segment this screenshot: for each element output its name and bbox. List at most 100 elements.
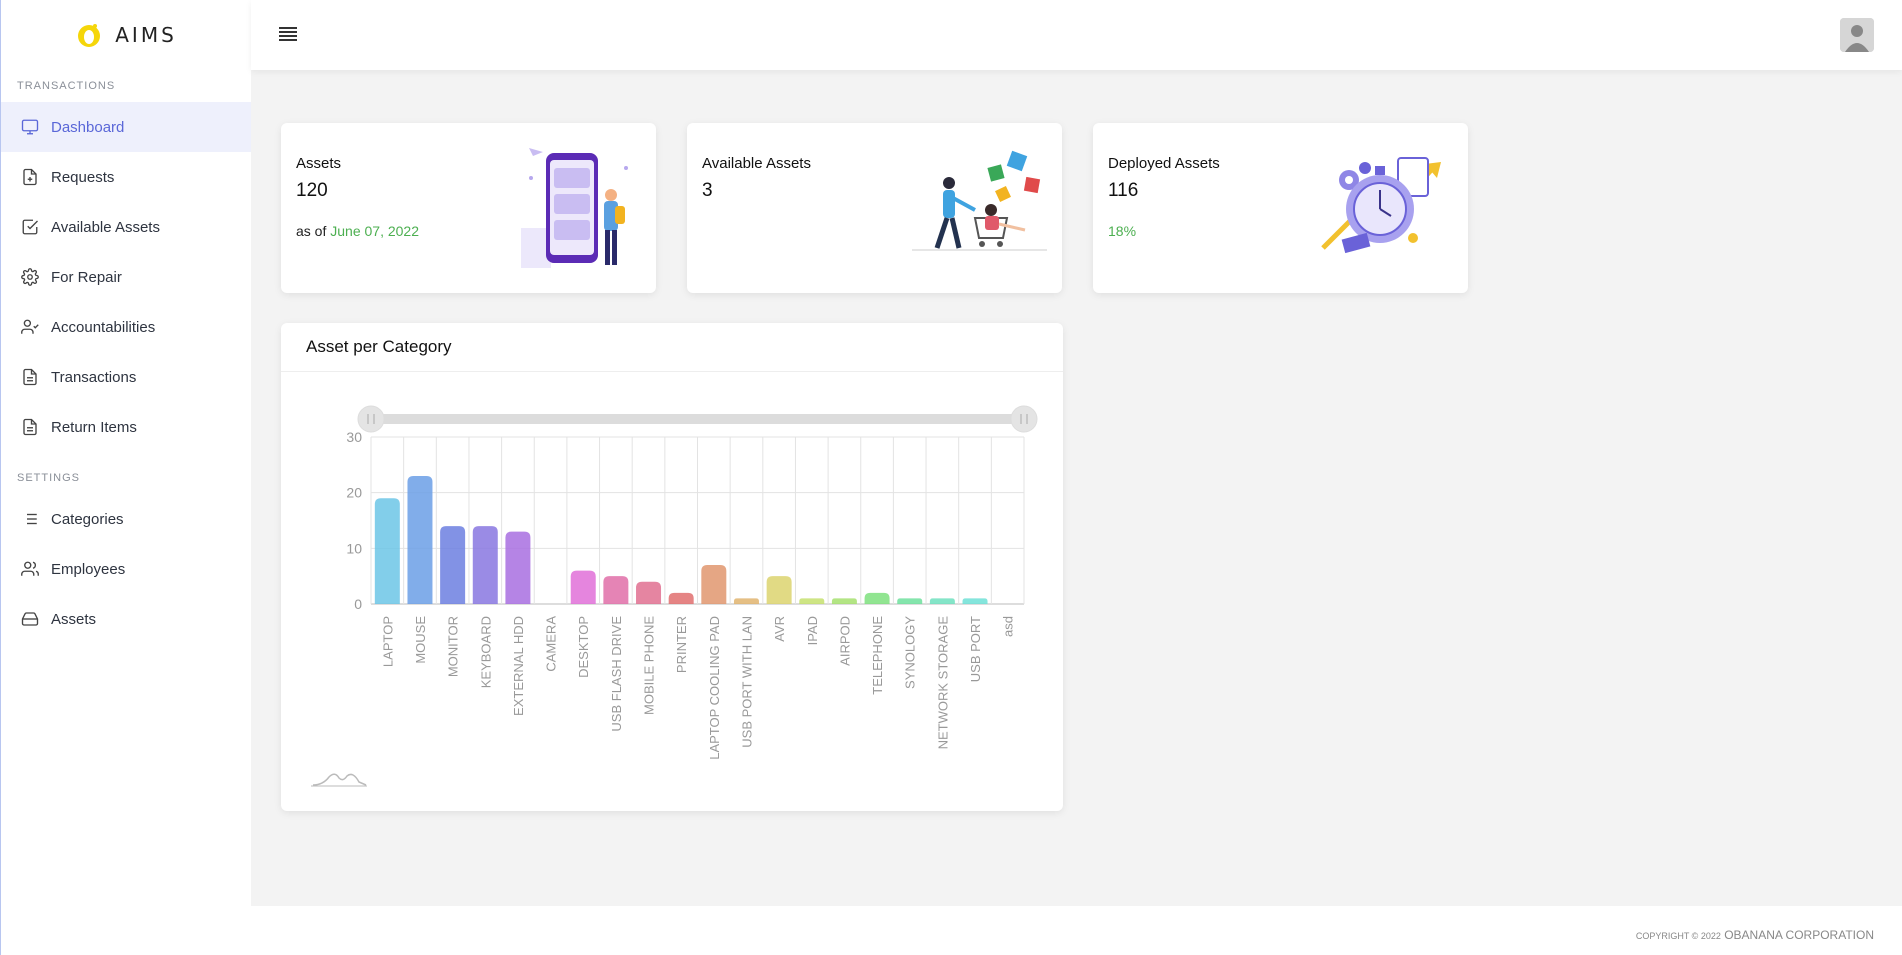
card-value: 120 xyxy=(296,180,328,201)
x-tick-label: NETWORK STORAGE xyxy=(935,616,950,750)
sidebar-item-categories[interactable]: Categories xyxy=(1,494,251,544)
monitor-icon xyxy=(21,118,39,136)
y-tick-label: 0 xyxy=(354,596,362,612)
x-tick-label: SYNOLOGY xyxy=(903,616,918,689)
x-tick-label: DESKTOP xyxy=(576,616,591,678)
bar-network-storage[interactable] xyxy=(929,598,955,604)
copyright-text: COPYRIGHT © 2022 OBANANA CORPORATION xyxy=(1636,928,1874,942)
x-tick-label: CAMERA xyxy=(544,616,559,672)
sidebar-item-label: For Repair xyxy=(51,268,122,286)
bar-desktop[interactable] xyxy=(570,570,596,604)
sidebar-item-requests[interactable]: Requests xyxy=(1,152,251,202)
as-of-label: as of xyxy=(296,223,327,239)
sidebar-item-label: Accountabilities xyxy=(51,318,156,336)
x-tick-label: TELEPHONE xyxy=(870,616,885,695)
zoom-slider-right-handle[interactable] xyxy=(1010,405,1038,433)
bar-usb-flash-drive[interactable] xyxy=(603,576,629,604)
brand[interactable]: AIMS xyxy=(1,0,251,70)
footer: COPYRIGHT © 2022 OBANANA CORPORATION xyxy=(251,906,1902,955)
file-text-icon xyxy=(21,368,39,386)
file-plus-icon xyxy=(21,168,39,186)
card-subtitle: as of June 07, 2022 xyxy=(296,223,419,239)
y-tick-label: 10 xyxy=(346,540,362,556)
card-value: 3 xyxy=(702,180,713,201)
x-tick-label: USB PORT xyxy=(968,616,983,682)
brand-name: AIMS xyxy=(115,23,177,47)
company-name: OBANANA CORPORATION xyxy=(1724,928,1874,942)
card-value: 116 xyxy=(1108,180,1139,201)
menu-toggle-icon[interactable] xyxy=(279,27,297,43)
x-tick-label: KEYBOARD xyxy=(478,616,493,688)
user-check-icon xyxy=(21,318,39,336)
x-tick-label: USB PORT WITH LAN xyxy=(739,616,754,748)
copyright-label: COPYRIGHT © 2022 xyxy=(1635,931,1721,941)
chart-title: Asset per Category xyxy=(281,323,1063,372)
topbar xyxy=(251,0,1902,70)
x-tick-label: AVR xyxy=(772,616,787,642)
sidebar-item-label: Transactions xyxy=(51,368,137,386)
available-assets-card: Available Assets 3 xyxy=(687,123,1062,293)
y-tick-label: 20 xyxy=(346,485,362,501)
sidebar-item-accountabilities[interactable]: Accountabilities xyxy=(1,302,251,352)
sidebar-item-assets[interactable]: Assets xyxy=(1,594,251,644)
x-tick-label: MOBILE PHONE xyxy=(642,616,657,715)
bar-usb-port[interactable] xyxy=(962,598,988,604)
x-tick-label: IPAD xyxy=(805,616,820,645)
bar-airpod[interactable] xyxy=(831,598,857,604)
bar-external-hdd[interactable] xyxy=(505,531,531,604)
bar-ipad[interactable] xyxy=(799,598,825,604)
x-tick-label: PRINTER xyxy=(674,616,689,673)
assets-card: Assets 120 as of June 07, 2022 xyxy=(281,123,656,293)
sidebar-item-dashboard[interactable]: Dashboard xyxy=(1,102,251,152)
section-label-transactions: TRANSACTIONS xyxy=(17,80,116,92)
sidebar-item-for-repair[interactable]: For Repair xyxy=(1,252,251,302)
sidebar-item-employees[interactable]: Employees xyxy=(1,544,251,594)
x-tick-label: EXTERNAL HDD xyxy=(511,616,526,716)
asset-per-category-card: Asset per Category 0 10 20 30 LAPTOP MOUSE MO… xyxy=(281,323,1063,811)
avatar[interactable] xyxy=(1840,18,1874,52)
sidebar-item-label: Categories xyxy=(51,510,124,528)
deployed-assets-card: Deployed Assets 116 18% xyxy=(1093,123,1468,293)
as-of-date: June 07, 2022 xyxy=(330,223,419,239)
stopwatch-illustration xyxy=(1313,138,1453,273)
brand-logo-icon xyxy=(75,20,105,50)
bar-mobile-phone[interactable] xyxy=(636,581,662,604)
sidebar-item-label: Assets xyxy=(51,610,97,628)
x-tick-label: asd xyxy=(1001,616,1016,637)
sidebar-item-transactions[interactable]: Transactions xyxy=(1,352,251,402)
bar-keyboard[interactable] xyxy=(472,526,498,604)
bar-mouse[interactable] xyxy=(407,475,433,604)
y-tick-label: 30 xyxy=(346,429,362,445)
sidebar-item-return-items[interactable]: Return Items xyxy=(1,402,251,452)
bar-telephone[interactable] xyxy=(864,592,890,604)
bar-laptop[interactable] xyxy=(374,498,400,604)
list-icon xyxy=(21,510,39,528)
x-tick-label: LAPTOP xyxy=(380,616,395,667)
bar-synology[interactable] xyxy=(897,598,923,604)
x-tick-label: AIRPOD xyxy=(837,616,852,666)
zoom-slider-track[interactable] xyxy=(371,414,1024,424)
sidebar-item-label: Employees xyxy=(51,560,126,578)
section-label-settings: SETTINGS xyxy=(17,472,81,484)
deployed-percent: 18% xyxy=(1108,223,1137,239)
x-tick-label: MOUSE xyxy=(413,616,428,664)
sidebar-item-label: Dashboard xyxy=(51,118,125,136)
bar-avr[interactable] xyxy=(766,576,792,604)
chart-logo-icon xyxy=(312,773,367,786)
card-title: Available Assets xyxy=(702,155,811,172)
x-tick-label: MONITOR xyxy=(446,616,461,677)
hard-drive-icon xyxy=(21,610,39,628)
sidebar-item-available-assets[interactable]: Available Assets xyxy=(1,202,251,252)
bar-usb-port-with-lan[interactable] xyxy=(733,598,759,604)
file-text-icon xyxy=(21,418,39,436)
gear-icon xyxy=(21,268,39,286)
bar-monitor[interactable] xyxy=(440,526,466,604)
bar-laptop-cooling-pad[interactable] xyxy=(701,565,727,604)
sidebar-item-label: Return Items xyxy=(51,418,137,436)
x-tick-label: LAPTOP COOLING PAD xyxy=(707,616,722,760)
card-title: Assets xyxy=(296,155,342,172)
sidebar: AIMS TRANSACTIONS Dashboard Requests Ava… xyxy=(0,0,251,955)
bar-printer[interactable] xyxy=(668,592,694,604)
sidebar-item-label: Available Assets xyxy=(51,218,160,236)
shopping-cart-illustration xyxy=(907,138,1047,273)
